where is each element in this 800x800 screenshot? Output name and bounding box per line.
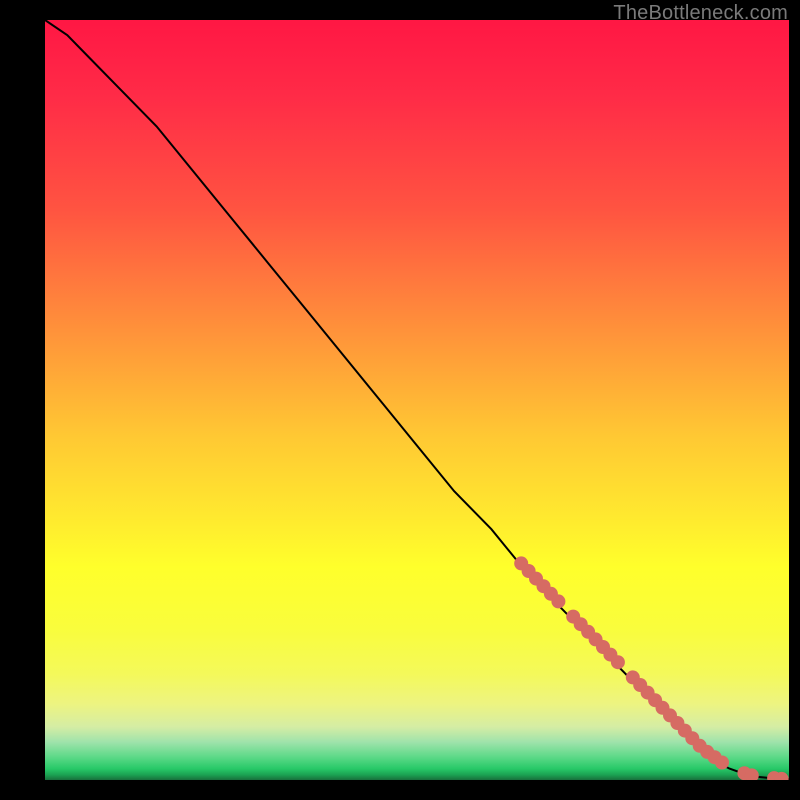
- watermark-text: TheBottleneck.com: [613, 2, 788, 25]
- data-marker: [670, 716, 684, 730]
- data-marker: [529, 572, 543, 586]
- data-marker: [633, 678, 647, 692]
- data-marker: [603, 648, 617, 662]
- data-marker: [514, 556, 528, 570]
- data-marker: [678, 724, 692, 738]
- data-marker: [685, 731, 699, 745]
- data-marker: [737, 766, 751, 780]
- data-marker: [663, 708, 677, 722]
- data-marker: [641, 686, 655, 700]
- data-marker: [581, 625, 595, 639]
- data-marker: [775, 772, 789, 780]
- data-marker: [596, 640, 610, 654]
- data-marker: [574, 617, 588, 631]
- data-marker: [544, 587, 558, 601]
- data-marker: [715, 756, 729, 770]
- bottleneck-curve: [45, 20, 789, 779]
- plot-area: [45, 20, 789, 780]
- data-marker: [537, 579, 551, 593]
- data-markers: [514, 556, 788, 780]
- data-marker: [611, 655, 625, 669]
- data-marker: [551, 594, 565, 608]
- data-marker: [648, 693, 662, 707]
- data-marker: [566, 610, 580, 624]
- chart-frame: TheBottleneck.com: [0, 0, 800, 800]
- data-marker: [700, 745, 714, 759]
- data-marker: [708, 750, 722, 764]
- data-marker: [767, 771, 781, 780]
- data-marker: [626, 670, 640, 684]
- data-marker: [522, 564, 536, 578]
- data-marker: [693, 739, 707, 753]
- curve-layer: [45, 20, 789, 780]
- data-marker: [745, 768, 759, 780]
- data-marker: [656, 701, 670, 715]
- data-marker: [589, 632, 603, 646]
